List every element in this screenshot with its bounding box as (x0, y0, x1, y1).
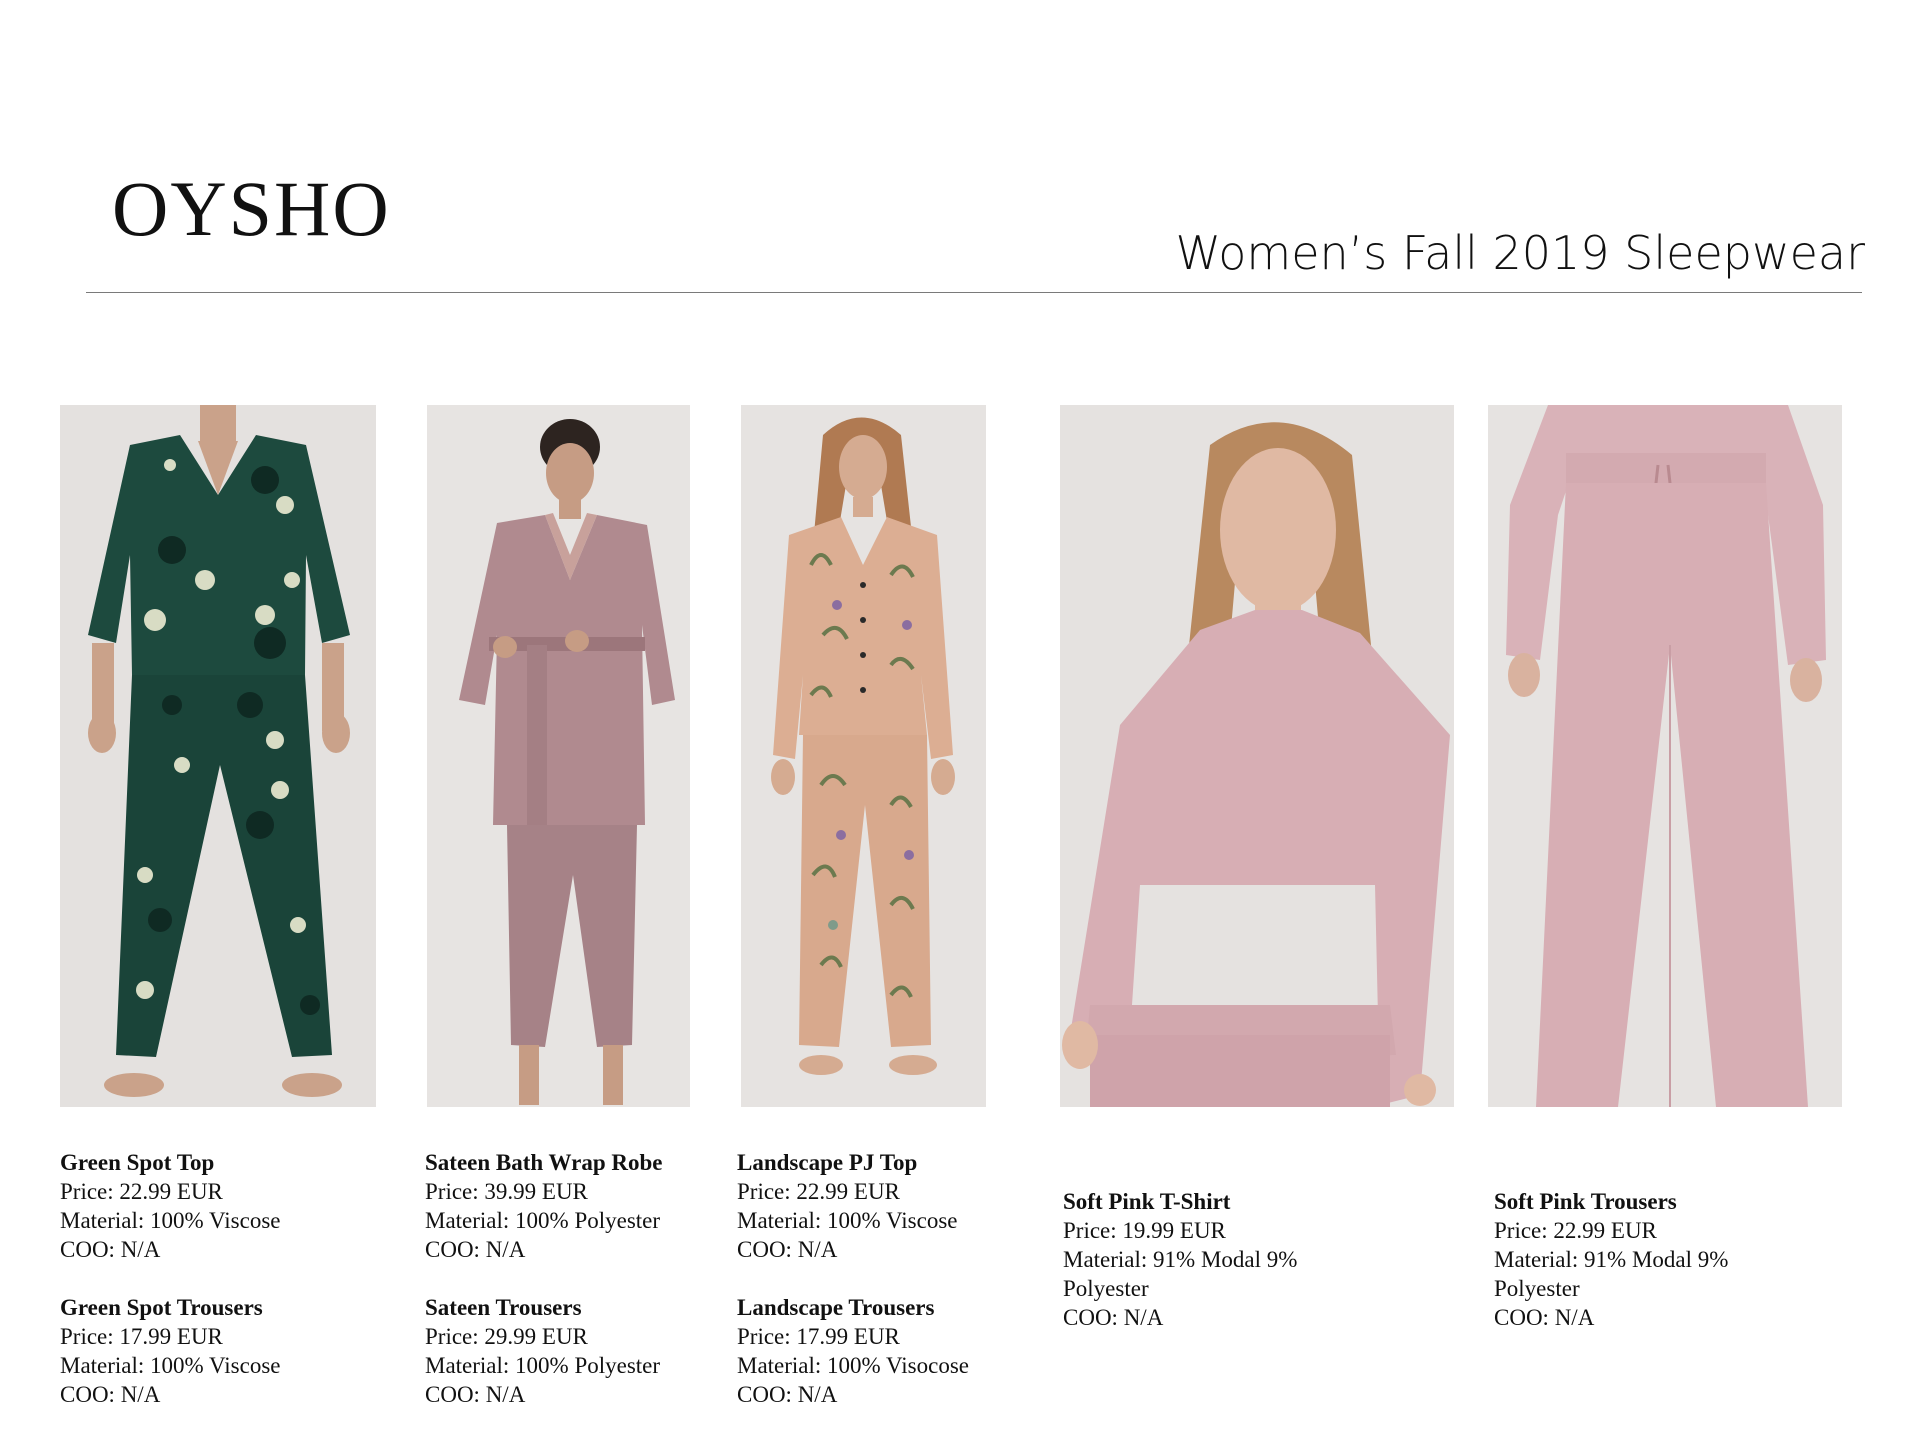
product-name: Soft Pink T-Shirt (1063, 1189, 1231, 1214)
product-photo-soft-pink-trousers (1488, 405, 1842, 1107)
product-price: Price: 29.99 EUR (425, 1324, 588, 1349)
product-price: Price: 17.99 EUR (60, 1324, 223, 1349)
product-name: Green Spot Top (60, 1150, 215, 1175)
product-price: Price: 22.99 EUR (737, 1179, 900, 1204)
product-material: Material: 100% Viscose (60, 1208, 281, 1233)
product-caption-sateen: Sateen Bath Wrap Robe Price: 39.99 EUR M… (425, 1148, 662, 1409)
product-material: Material: 91% Modal 9% (1063, 1247, 1298, 1272)
lookbook-page: OYSHO Women’s Fall 2019 Sleepwear Green … (0, 0, 1920, 1440)
product-name: Soft Pink Trousers (1494, 1189, 1677, 1214)
product-coo: COO: N/A (737, 1382, 838, 1407)
product-price: Price: 39.99 EUR (425, 1179, 588, 1204)
product-photo-soft-pink-tshirt (1060, 405, 1454, 1107)
product-name: Landscape PJ Top (737, 1150, 918, 1175)
product-material-cont: Polyester (1063, 1276, 1149, 1301)
product-material: Material: 100% Viscose (737, 1208, 958, 1233)
product-material: Material: 91% Modal 9% (1494, 1247, 1729, 1272)
product-coo: COO: N/A (425, 1382, 526, 1407)
product-name: Sateen Bath Wrap Robe (425, 1150, 663, 1175)
product-name: Green Spot Trousers (60, 1295, 263, 1320)
product-coo: COO: N/A (1063, 1305, 1164, 1330)
product-coo: COO: N/A (1494, 1305, 1595, 1330)
product-name: Sateen Trousers (425, 1295, 582, 1320)
product-price: Price: 19.99 EUR (1063, 1218, 1226, 1243)
product-coo: COO: N/A (60, 1382, 161, 1407)
product-coo: COO: N/A (737, 1237, 838, 1262)
product-price: Price: 22.99 EUR (1494, 1218, 1657, 1243)
product-caption-landscape: Landscape PJ Top Price: 22.99 EUR Materi… (737, 1148, 969, 1409)
product-caption-green-spot: Green Spot Top Price: 22.99 EUR Material… (60, 1148, 280, 1409)
product-coo: COO: N/A (60, 1237, 161, 1262)
page-title: Women’s Fall 2019 Sleepwear (1175, 226, 1865, 280)
header-divider (86, 292, 1862, 293)
product-caption-soft-pink-trousers: Soft Pink Trousers Price: 22.99 EUR Mate… (1494, 1187, 1728, 1332)
product-price: Price: 17.99 EUR (737, 1324, 900, 1349)
product-photo-green-spot (60, 405, 376, 1107)
product-price: Price: 22.99 EUR (60, 1179, 223, 1204)
product-material: Material: 100% Visocose (737, 1353, 969, 1378)
product-material-cont: Polyester (1494, 1276, 1580, 1301)
product-photo-landscape-pj (741, 405, 986, 1107)
brand-logo: OYSHO (112, 165, 391, 252)
product-photo-sateen-robe (427, 405, 690, 1107)
product-name: Landscape Trousers (737, 1295, 935, 1320)
product-material: Material: 100% Polyester (425, 1353, 661, 1378)
product-caption-soft-pink-tshirt: Soft Pink T-Shirt Price: 19.99 EUR Mater… (1063, 1187, 1297, 1332)
product-material: Material: 100% Viscose (60, 1353, 281, 1378)
product-coo: COO: N/A (425, 1237, 526, 1262)
product-material: Material: 100% Polyester (425, 1208, 661, 1233)
